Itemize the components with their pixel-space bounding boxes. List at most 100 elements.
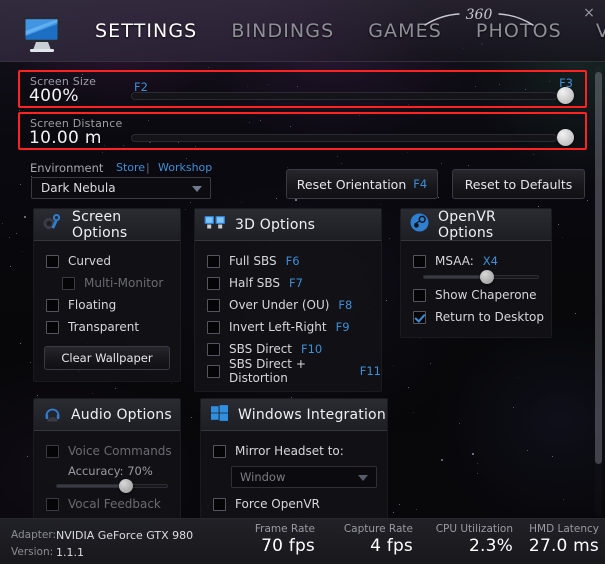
reset-defaults-label: Reset to Defaults	[465, 177, 573, 192]
panel-screen-options-title: Screen Options	[72, 209, 180, 241]
panel-audio-options: Audio Options Voice Commands Accuracy: 7…	[33, 398, 181, 520]
panel-openvr-options-title: OpenVR Options	[438, 209, 551, 241]
screen-size-slider-handle[interactable]	[557, 87, 574, 104]
reset-orientation-button[interactable]: Reset Orientation F4	[286, 169, 438, 199]
force-openvr-label: Force OpenVR	[235, 497, 320, 511]
panel-screen-options-header: Screen Options	[34, 209, 180, 241]
clear-wallpaper-button[interactable]: Clear Wallpaper	[44, 346, 170, 370]
panel-3d-options-title: 3D Options	[235, 217, 315, 233]
return-to-desktop-label: Return to Desktop	[435, 310, 544, 324]
status-bar: Adapter: NVIDIA GeForce GTX 980 Version:…	[0, 518, 605, 564]
mirror-target-select[interactable]: Window	[231, 466, 377, 488]
checkbox-row-multi-monitor: Multi-Monitor	[34, 272, 180, 294]
checkbox-row-floating[interactable]: Floating	[34, 294, 180, 316]
environment-link-separator: |	[146, 161, 150, 174]
sbs-direct-fkey: F10	[301, 342, 322, 356]
checkbox-row-over-under[interactable]: Over Under (OU) F8	[195, 294, 381, 316]
vertical-scrollbar[interactable]	[595, 66, 602, 516]
checkbox-row-curved[interactable]: Curved	[34, 250, 180, 272]
nav-item-bindings[interactable]: BINDINGS	[214, 0, 351, 62]
curved-label: Curved	[68, 254, 111, 268]
over-under-fkey: F8	[338, 298, 352, 312]
transparent-label: Transparent	[68, 320, 139, 334]
return-to-desktop-checkbox[interactable]	[413, 311, 426, 324]
half-sbs-checkbox[interactable]	[207, 277, 220, 290]
over-under-checkbox[interactable]	[207, 299, 220, 312]
accuracy-slider-track[interactable]	[56, 484, 168, 488]
screen-distance-slider-handle[interactable]	[557, 129, 574, 146]
sbs-direct-label: SBS Direct	[229, 342, 292, 356]
panel-windows-integration: Windows Integration Mirror Headset to: W…	[200, 398, 388, 520]
panel-3d-options-body: Full SBS F6 Half SBS F7 Over Under (OU) …	[195, 241, 381, 391]
voice-commands-checkbox	[46, 445, 59, 458]
capture-rate-key: Capture Rate	[344, 523, 413, 535]
msaa-label: MSAA:	[435, 254, 474, 268]
checkbox-row-sbs-direct-distortion[interactable]: SBS Direct + Distortion F11	[195, 360, 381, 382]
vocal-feedback-label: Vocal Feedback	[68, 497, 161, 511]
checkbox-row-transparent[interactable]: Transparent	[34, 316, 180, 338]
version-value: 1.1.1	[56, 546, 84, 559]
nav-item-settings[interactable]: SETTINGS	[78, 0, 214, 62]
screen-distance-slider-track[interactable]	[131, 134, 557, 142]
nav-item-games[interactable]: GAMES	[351, 0, 459, 62]
checkbox-row-show-chaperone[interactable]: Show Chaperone	[401, 284, 551, 306]
checkbox-row-invert-left-right[interactable]: Invert Left-Right F9	[195, 316, 381, 338]
metric-hmd-latency: HMD Latency 27.0 ms	[529, 523, 599, 556]
accuracy-slider-handle[interactable]	[119, 479, 133, 493]
invert-left-right-fkey: F9	[336, 320, 350, 334]
msaa-slider-track[interactable]	[423, 275, 539, 279]
show-chaperone-checkbox[interactable]	[413, 289, 426, 302]
nav-item-photos[interactable]: PHOTOS	[459, 0, 579, 62]
checkbox-row-force-openvr[interactable]: Force OpenVR	[201, 493, 387, 515]
invert-left-right-checkbox[interactable]	[207, 321, 220, 334]
floating-checkbox[interactable]	[46, 299, 59, 312]
reset-orientation-label: Reset Orientation	[297, 177, 406, 192]
msaa-slider-handle[interactable]	[480, 270, 494, 284]
screen-size-row[interactable]: Screen Size 400% F2 F3	[18, 70, 587, 108]
mirror-headset-checkbox[interactable]	[213, 445, 226, 458]
checkbox-row-return-to-desktop[interactable]: Return to Desktop	[401, 306, 551, 328]
panel-audio-options-header: Audio Options	[34, 399, 180, 431]
accuracy-label: Accuracy:	[68, 464, 124, 478]
show-chaperone-label: Show Chaperone	[435, 288, 537, 302]
panel-openvr-options: OpenVR Options MSAA: X4 Show Chaperone R…	[400, 208, 552, 338]
curved-checkbox[interactable]	[46, 255, 59, 268]
panel-screen-options-body: Curved Multi-Monitor Floating Transparen…	[34, 241, 180, 381]
screen-size-value: 400%	[29, 86, 79, 106]
close-icon[interactable]: ×	[580, 4, 598, 22]
accuracy-slider-fill	[57, 485, 126, 487]
reset-orientation-fkey: F4	[413, 177, 427, 191]
checkbox-row-half-sbs[interactable]: Half SBS F7	[195, 272, 381, 294]
transparent-checkbox[interactable]	[46, 321, 59, 334]
multi-monitor-label: Multi-Monitor	[84, 276, 163, 290]
panel-openvr-options-body: MSAA: X4 Show Chaperone Return to Deskto…	[401, 241, 551, 337]
environment-workshop-link[interactable]: Workshop	[158, 161, 212, 174]
half-sbs-label: Half SBS	[229, 276, 280, 290]
scrollbar-thumb[interactable]	[595, 72, 602, 464]
full-sbs-checkbox[interactable]	[207, 255, 220, 268]
capture-rate-value: 4 fps	[344, 536, 413, 556]
main-nav[interactable]: SETTINGS BINDINGS GAMES PHOTOS VIDEOS	[78, 0, 605, 62]
clear-wallpaper-label: Clear Wallpaper	[61, 351, 152, 365]
checkbox-row-msaa[interactable]: MSAA: X4	[401, 250, 551, 272]
msaa-checkbox[interactable]	[413, 255, 426, 268]
panel-screen-options: Screen Options Curved Multi-Monitor Floa…	[33, 208, 181, 382]
environment-store-link[interactable]: Store	[116, 161, 145, 174]
invert-left-right-label: Invert Left-Right	[229, 320, 327, 334]
environment-select[interactable]: Dark Nebula	[31, 177, 211, 199]
checkbox-row-mirror-headset[interactable]: Mirror Headset to:	[201, 440, 387, 462]
checkbox-row-full-sbs[interactable]: Full SBS F6	[195, 250, 381, 272]
panel-windows-integration-body: Mirror Headset to: Window Force OpenVR A…	[201, 431, 387, 520]
screen-size-slider-track[interactable]	[131, 92, 557, 100]
screen-distance-value: 10.00 m	[29, 128, 102, 148]
reset-defaults-button[interactable]: Reset to Defaults	[452, 169, 585, 199]
sbs-direct-distortion-checkbox[interactable]	[207, 365, 220, 378]
screen-distance-row[interactable]: Screen Distance 10.00 m	[18, 112, 587, 150]
msaa-value: X4	[483, 254, 498, 268]
accuracy-row: Accuracy: 70%	[34, 462, 180, 481]
hmd-latency-value: 27.0 ms	[529, 536, 599, 556]
force-openvr-checkbox[interactable]	[213, 498, 226, 511]
vocal-feedback-checkbox	[46, 498, 59, 511]
frame-rate-key: Frame Rate	[255, 523, 315, 535]
sbs-direct-checkbox[interactable]	[207, 343, 220, 356]
